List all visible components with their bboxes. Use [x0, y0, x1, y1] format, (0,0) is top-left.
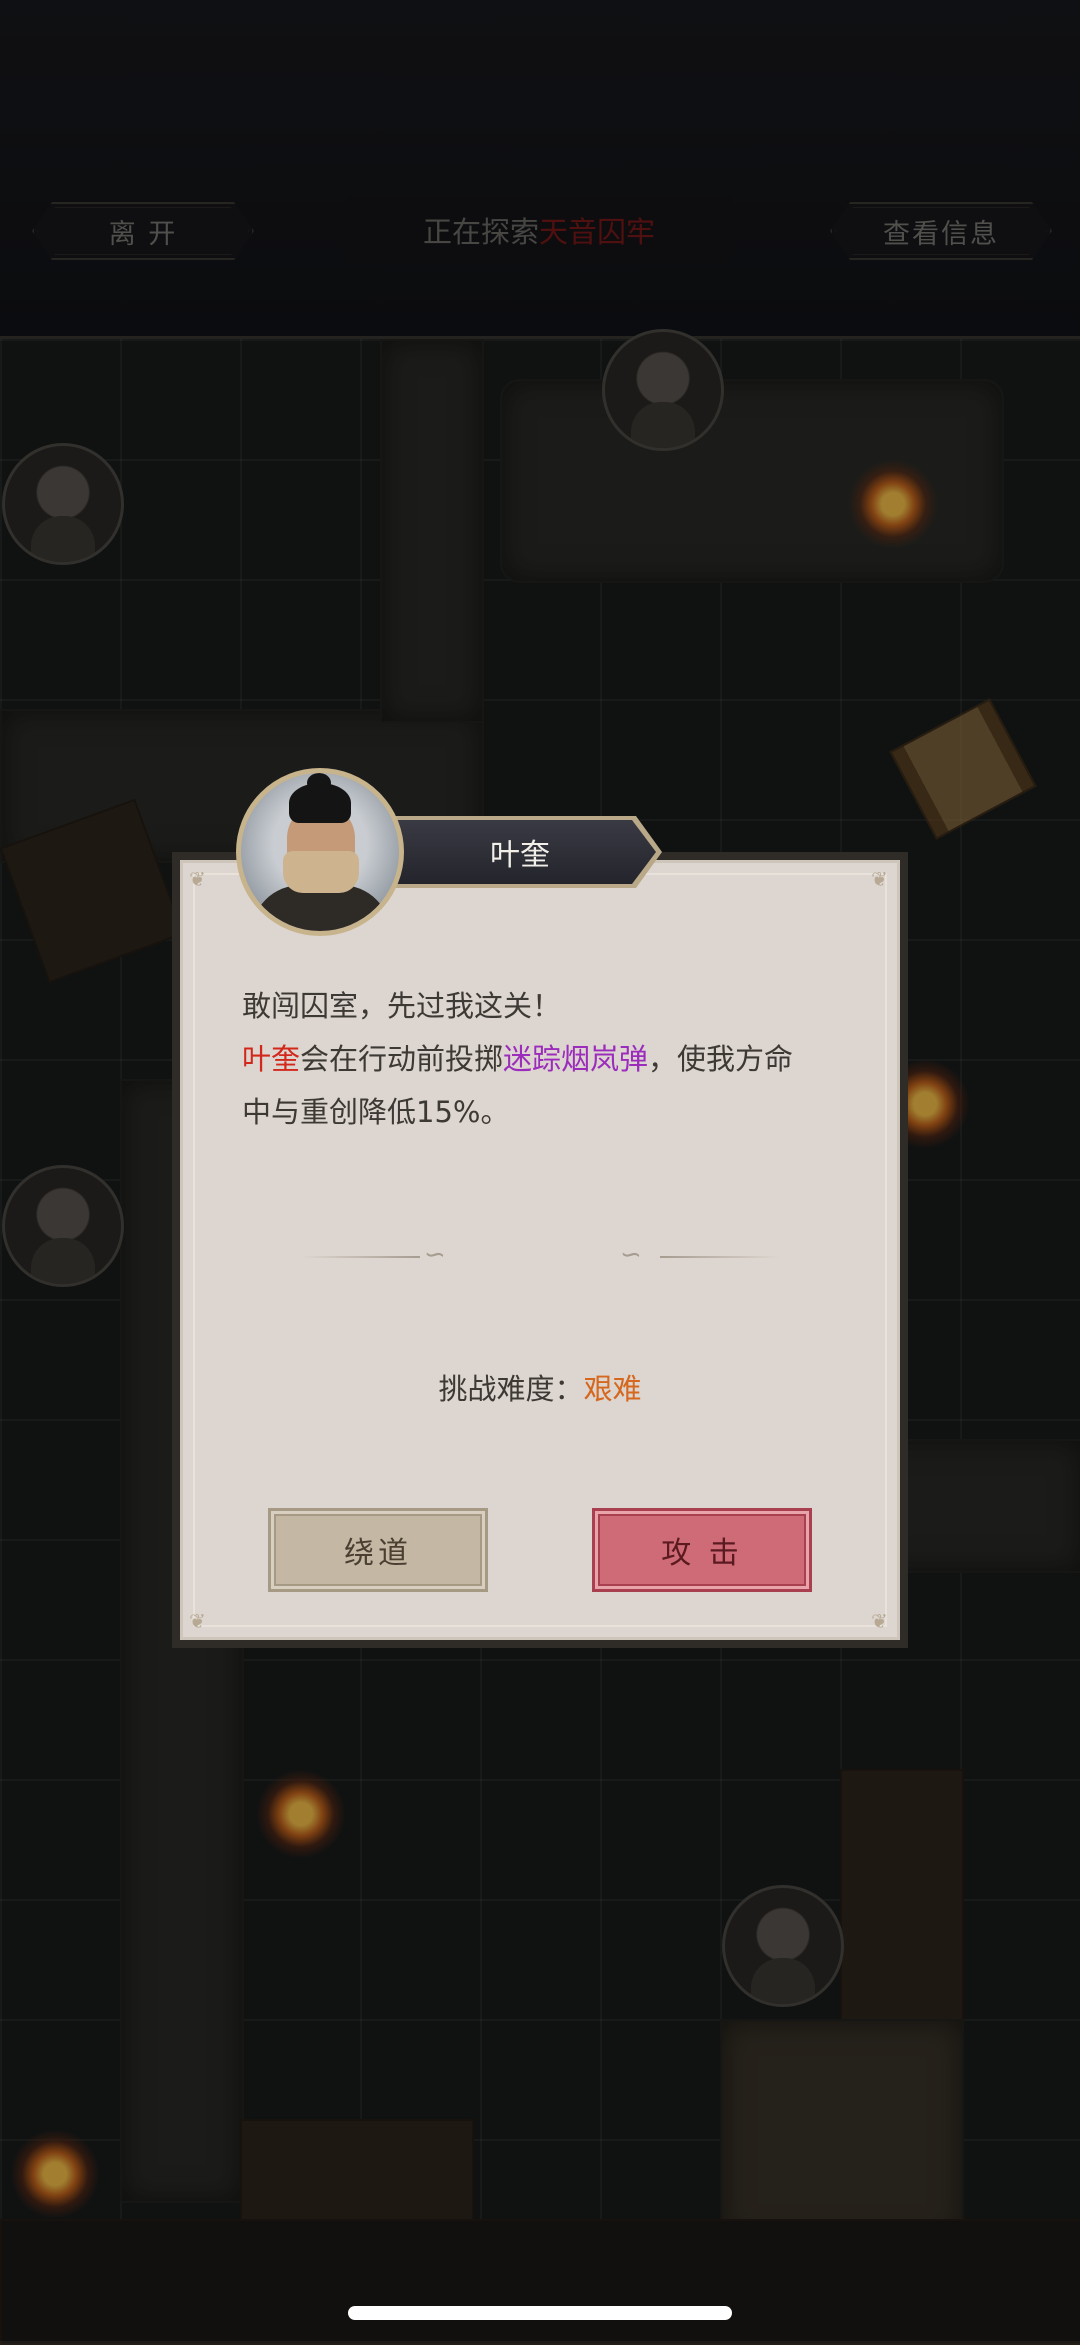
difficulty-label: 挑战难度：	[438, 1372, 584, 1406]
corner-ornament: ❦	[189, 867, 206, 891]
corner-ornament: ❦	[871, 867, 888, 891]
npc-nameplate: 叶奎	[384, 820, 656, 884]
divider-ornament: ∽	[424, 1240, 446, 1270]
dialog-text: 敢闯囚室，先过我这关！ 叶奎会在行动前投掷迷踪烟岚弹，使我方命 中与重创降低15…	[242, 980, 882, 1139]
dialog-line-2-end: ，使我方命	[648, 1042, 794, 1076]
corner-ornament: ❦	[871, 1609, 888, 1633]
attack-label: 攻 击	[661, 1536, 743, 1571]
detour-button[interactable]: 绕道	[268, 1508, 488, 1592]
detour-label: 绕道	[344, 1536, 412, 1571]
divider-ornament: ∽	[620, 1240, 642, 1270]
npc-avatar	[236, 768, 404, 936]
item-name-highlight: 迷踪烟岚弹	[503, 1042, 649, 1076]
npc-name-highlight: 叶奎	[242, 1042, 301, 1076]
divider-right	[660, 1256, 780, 1258]
npc-name: 叶奎	[490, 838, 550, 873]
dialog-line-3: 中与重创降低15%。	[242, 1095, 510, 1129]
difficulty-value: 艰难	[583, 1372, 642, 1406]
divider-left	[300, 1256, 420, 1258]
difficulty-row: 挑战难度：艰难	[0, 1366, 1080, 1408]
corner-ornament: ❦	[189, 1609, 206, 1633]
dialog-line-1: 敢闯囚室，先过我这关！	[242, 989, 562, 1023]
attack-button[interactable]: 攻 击	[592, 1508, 812, 1592]
dialog-line-2: 叶奎会在行动前投掷迷踪烟岚弹，使我方命	[242, 1033, 882, 1086]
home-indicator[interactable]	[348, 2306, 732, 2320]
dialog-line-2-mid: 会在行动前投掷	[300, 1042, 504, 1076]
